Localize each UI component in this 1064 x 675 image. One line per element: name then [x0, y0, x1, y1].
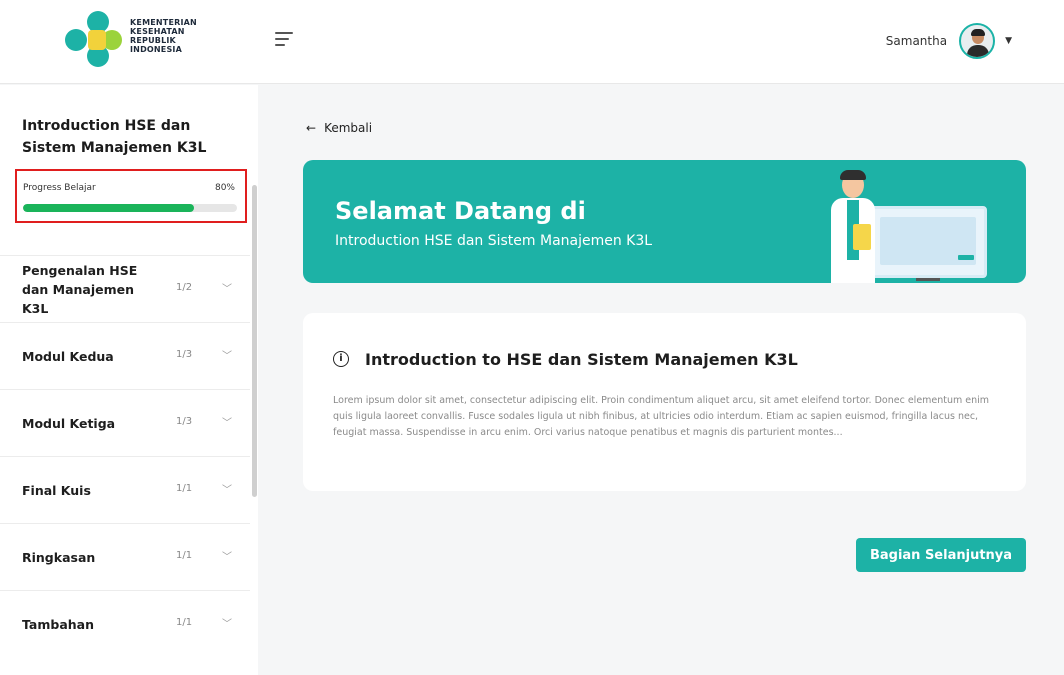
info-title: Introduction to HSE dan Sistem Manajemen… [365, 350, 798, 369]
logo-mark-icon [65, 11, 122, 67]
module-count: 1/3 [176, 416, 193, 427]
module-name: Modul Ketiga [22, 415, 116, 431]
back-label: Kembali [324, 121, 373, 135]
top-header: KEMENTERIAN KESEHATAN REPUBLIK INDONESIA… [0, 0, 1064, 84]
module-count: 1/3 [176, 349, 193, 360]
info-description: Lorem ipsum dolor sit amet, consectetur … [333, 395, 990, 438]
logo-line: INDONESIA [130, 45, 183, 54]
banner-title: Selamat Datang di [335, 197, 586, 225]
module-name: Pengenalan HSE dan Manajemen K3L [22, 262, 138, 316]
chevron-down-icon[interactable]: ﹀ [222, 347, 232, 362]
logo-text: KEMENTERIAN KESEHATAN REPUBLIK INDONESIA [130, 18, 197, 54]
progress-percent: 80% [214, 183, 235, 193]
chevron-down-icon[interactable]: ﹀ [222, 414, 232, 429]
logo-line: KEMENTERIAN [130, 18, 197, 27]
chevron-down-icon[interactable]: ﹀ [222, 548, 232, 563]
module-list: Pengenalan HSE dan Manajemen K3L 1/2 ﹀ M… [0, 255, 250, 657]
user-menu[interactable]: Samantha ▼ [886, 22, 1012, 60]
logo-line: KESEHATAN [130, 27, 185, 36]
back-link[interactable]: ← Kembali [306, 121, 372, 135]
chevron-down-icon[interactable]: ﹀ [222, 481, 232, 496]
course-title: Introduction HSE dan Sistem Manajemen K3… [22, 118, 207, 156]
module-count: 1/1 [176, 617, 193, 628]
module-count: 1/2 [176, 282, 193, 293]
progress-bar-fill [23, 204, 195, 212]
course-info-card: i Introduction to HSE dan Sistem Manajem… [303, 313, 1026, 491]
next-section-button[interactable]: Bagian Selanjutnya [856, 538, 1026, 572]
avatar[interactable] [959, 23, 996, 59]
module-item[interactable]: Ringkasan 1/1 ﹀ [0, 523, 250, 590]
main-content: ← Kembali Selamat Datang di Introduction … [258, 85, 1064, 675]
progress-panel: Progress Belajar 80% [15, 169, 247, 223]
hamburger-icon[interactable] [275, 32, 293, 46]
progress-label: Progress Belajar [23, 183, 96, 193]
caret-down-icon[interactable]: ▼ [1005, 36, 1012, 46]
sidebar-scrollbar[interactable] [252, 185, 257, 497]
module-item[interactable]: Modul Ketiga 1/3 ﹀ [0, 389, 250, 456]
module-count: 1/1 [176, 550, 193, 561]
module-name: Ringkasan [22, 549, 96, 565]
welcome-banner: Selamat Datang di Introduction HSE dan S… [303, 160, 1026, 283]
chevron-down-icon[interactable]: ﹀ [222, 615, 232, 630]
kemenkes-logo[interactable]: KEMENTERIAN KESEHATAN REPUBLIK INDONESIA [62, 10, 212, 68]
module-item[interactable]: Modul Kedua 1/3 ﹀ [0, 322, 250, 389]
module-item[interactable]: Final Kuis 1/1 ﹀ [0, 456, 250, 523]
module-name: Tambahan [22, 616, 94, 632]
info-icon: i [333, 351, 349, 367]
arrow-left-icon: ← [306, 121, 317, 135]
monitor-illustration [869, 206, 987, 281]
module-name: Modul Kedua [22, 348, 114, 364]
module-item[interactable]: Pengenalan HSE dan Manajemen K3L 1/2 ﹀ [0, 255, 250, 322]
user-name: Samantha [885, 34, 948, 48]
module-name: Final Kuis [22, 482, 91, 498]
module-item[interactable]: Tambahan 1/1 ﹀ [0, 590, 250, 657]
chevron-down-icon[interactable]: ﹀ [222, 280, 232, 295]
progress-bar [23, 204, 237, 212]
module-count: 1/1 [176, 483, 193, 494]
banner-subtitle: Introduction HSE dan Sistem Manajemen K3… [335, 233, 653, 249]
doctor-illustration [823, 170, 993, 283]
course-sidebar: Introduction HSE dan Sistem Manajemen K3… [0, 85, 258, 675]
logo-line: REPUBLIK [130, 36, 176, 45]
